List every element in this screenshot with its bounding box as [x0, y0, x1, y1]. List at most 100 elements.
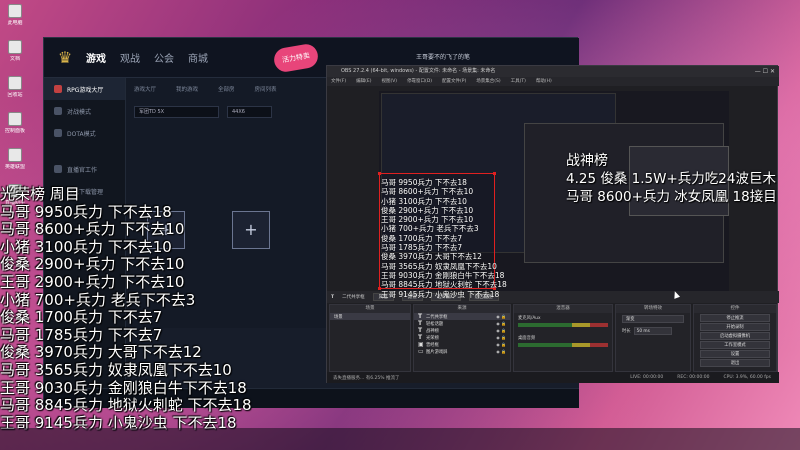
- menu-file[interactable]: 文件(F): [331, 77, 346, 86]
- resize-handle[interactable]: [378, 172, 381, 175]
- menu-tools[interactable]: 工具(T): [511, 77, 526, 86]
- nav-tab-game[interactable]: 游戏: [86, 50, 106, 65]
- exit-button[interactable]: 退出: [700, 359, 770, 367]
- obs-title: OBS 27.2.4 (64-bit, windows) - 配置文件: 未命名…: [341, 68, 496, 74]
- promo-badge[interactable]: 活力特卖: [272, 42, 320, 74]
- recycle-bin-icon: [8, 76, 22, 90]
- desktop-icon[interactable]: 此电脑: [2, 4, 28, 34]
- stop-stream-button[interactable]: 停止推流: [700, 314, 770, 322]
- game-logo-icon: ♛: [57, 48, 73, 67]
- scene-item[interactable]: 场景: [330, 313, 410, 320]
- ranking-line: 俊桑 2900+兵力 下不去10: [0, 255, 185, 274]
- dota-icon: [54, 129, 62, 137]
- menu-profile[interactable]: 配置文件(P): [442, 77, 466, 86]
- nav-tab-spectate[interactable]: 观战: [120, 50, 140, 65]
- menu-help[interactable]: 帮助(H): [536, 77, 552, 86]
- nav-tab-shop[interactable]: 商城: [188, 50, 208, 65]
- transition-select[interactable]: 渐变: [622, 315, 684, 323]
- text-source-icon: T: [418, 327, 423, 334]
- live-timer: LIVE: 00:00:00: [630, 375, 664, 380]
- settings-button[interactable]: 设置: [700, 350, 770, 358]
- ranking-line: 马哥 1785兵力 下不去7: [0, 325, 163, 344]
- battle-icon: [54, 107, 62, 115]
- menu-docks[interactable]: 停靠窗口(D): [407, 77, 432, 86]
- source-item[interactable]: ▭ 图片游戏屏 ◉ 🔒: [414, 348, 510, 355]
- source-item[interactable]: ▣ 曾经框 ◉ 🔒: [414, 341, 510, 348]
- obs-titlebar: OBS 27.2.4 (64-bit, windows) - 配置文件: 未命名…: [327, 66, 779, 77]
- game-icon: [8, 148, 22, 162]
- menu-view[interactable]: 视图(V): [381, 77, 397, 86]
- display-source-icon: ▭: [418, 348, 424, 355]
- menu-edit[interactable]: 编辑(E): [356, 77, 371, 86]
- obs-statusbar: 丢失直播服务... 有6.25% 推流了 LIVE: 00:00:00 REC:…: [327, 372, 779, 383]
- status-notice: 丢失直播服务... 有6.25% 推流了: [333, 375, 400, 381]
- volume-meter[interactable]: [518, 323, 608, 327]
- tab-room-list[interactable]: 房间列表: [255, 85, 277, 93]
- text-source-icon: T: [418, 334, 423, 341]
- nav-tab-guild[interactable]: 公会: [154, 50, 174, 65]
- mode-filter[interactable]: 44X6: [227, 106, 272, 118]
- desktop-icon[interactable]: 控制面板: [2, 112, 28, 142]
- sidebar-item-stream[interactable]: 直播官工作: [44, 158, 125, 180]
- sidebar-item-dota[interactable]: DOTA模式: [44, 122, 125, 144]
- duration-input[interactable]: 50 ms: [633, 327, 672, 335]
- tab-lobby[interactable]: 游戏大厅: [134, 85, 156, 93]
- tab-all-rooms[interactable]: 全部房: [218, 85, 235, 93]
- nested-overlay-list: 马哥 9950兵力 下不去18 马哥 8600+兵力 下不去10 小猪 3100…: [381, 178, 507, 299]
- selected-source-name: 二代共享框: [342, 295, 365, 300]
- eye-icon[interactable]: ◉ 🔒: [496, 321, 506, 326]
- ranking-line: 俊桑 1700兵力 下不去7: [0, 308, 163, 327]
- taskbar: [0, 428, 800, 450]
- eye-icon[interactable]: ◉ 🔒: [496, 314, 506, 319]
- mixer-track: 桌面音频: [514, 333, 612, 353]
- eye-icon[interactable]: ◉ 🔒: [496, 349, 506, 354]
- scenes-header: 场景: [330, 305, 410, 313]
- source-item[interactable]: T 战神榜 ◉ 🔒: [414, 327, 510, 334]
- virtual-camera-button[interactable]: 启动虚拟摄像机: [700, 332, 770, 340]
- tab-my-games[interactable]: 我的游戏: [176, 85, 198, 93]
- computer-icon: [8, 4, 22, 18]
- stream-icon: [54, 165, 62, 173]
- mixer-header: 混音器: [514, 305, 612, 313]
- desktop-icon[interactable]: 英雄联盟: [2, 148, 28, 178]
- control-panel-icon: [8, 112, 22, 126]
- sidebar-item-rpg[interactable]: RPG游戏大厅: [44, 78, 125, 100]
- resize-handle[interactable]: [493, 172, 496, 175]
- ranking-line: 俊桑 3970兵力 大哥下不去12: [0, 343, 202, 362]
- map-filter[interactable]: 军团TD 5X: [134, 106, 219, 118]
- source-item[interactable]: T 光荣榜 ◉ 🔒: [414, 334, 510, 341]
- transitions-dock: 转场特效 渐变 时长 50 ms: [615, 304, 691, 372]
- sidebar-item-battle[interactable]: 对战模式: [44, 100, 125, 122]
- ranking-line: 王哥 2900+兵力 下不去10: [0, 272, 185, 291]
- ranking-line: 王哥 9030兵力 金刚狼白牛下不去18: [0, 378, 247, 397]
- text-source-icon: T: [418, 320, 423, 327]
- menu-scene-collection[interactable]: 场景集合(S): [476, 77, 500, 86]
- user-name[interactable]: 王哥要不的飞了的笔: [416, 52, 470, 61]
- ranking-line: 马哥 8600+兵力 下不去10: [0, 220, 185, 239]
- ranking-line: 马哥 3565兵力 奴隶凤凰下不去10: [0, 360, 232, 379]
- source-item[interactable]: T 二代共享框 ◉ 🔒: [414, 313, 510, 320]
- source-item[interactable]: T 轻松话题 ◉ 🔒: [414, 320, 510, 327]
- studio-mode-button[interactable]: 工作室模式: [700, 341, 770, 349]
- eye-icon[interactable]: ◉ 🔒: [496, 328, 506, 333]
- start-record-button[interactable]: 开始录制: [700, 323, 770, 331]
- mixer-dock: 混音器 麦克风/Aux 桌面音频: [513, 304, 613, 372]
- obs-menubar: 文件(F) 编辑(E) 视图(V) 停靠窗口(D) 配置文件(P) 场景集合(S…: [327, 77, 779, 86]
- rec-timer: REC: 00:00:00: [677, 375, 710, 380]
- folder-icon: [8, 40, 22, 54]
- eye-icon[interactable]: ◉ 🔒: [496, 335, 506, 340]
- desktop-icon[interactable]: 回收站: [2, 76, 28, 106]
- controls-header: 控件: [694, 305, 776, 313]
- volume-meter[interactable]: [518, 343, 608, 347]
- transitions-header: 转场特效: [616, 305, 690, 313]
- ranking-line: 马哥 8845兵力 地狱火刺蛇 下不去18: [0, 396, 252, 415]
- sources-dock: 来源 T 二代共享框 ◉ 🔒 T 轻松话题 ◉ 🔒 T 战神榜 ◉ 🔒 T 光荣榜 ◉ 🔒 ▣ 曾…: [413, 304, 511, 372]
- scenes-dock: 场景 场景: [329, 304, 411, 372]
- game-nav: 游戏 观战 公会 商城: [86, 50, 208, 65]
- sources-header: 来源: [414, 305, 510, 313]
- ranking-line: 马哥 8600+兵力 冰女凤凰 18接目: [566, 189, 777, 205]
- window-controls[interactable]: — ☐ ✕: [755, 66, 775, 77]
- image-source-icon: ▣: [418, 341, 424, 348]
- desktop-icon[interactable]: 文档: [2, 40, 28, 70]
- eye-icon[interactable]: ◉ 🔒: [496, 342, 506, 347]
